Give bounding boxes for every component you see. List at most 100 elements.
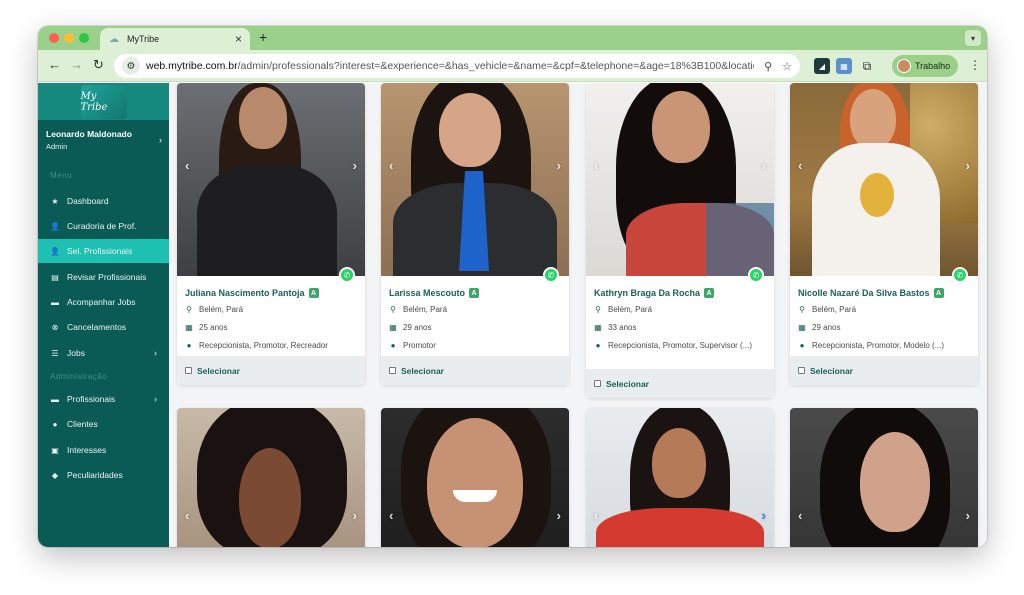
select-bar[interactable]: Selecionar bbox=[790, 356, 978, 385]
professional-name[interactable]: Nicolle Nazaré Da Silva Bastos bbox=[798, 288, 930, 298]
carousel-prev-icon[interactable]: ‹ bbox=[185, 158, 189, 173]
profile-photo[interactable]: ‹ › bbox=[381, 83, 569, 276]
location-text: Belém, Pará bbox=[812, 305, 857, 314]
reload-icon[interactable]: ↻ bbox=[93, 58, 104, 71]
sidebar-item-acompanhar-jobs[interactable]: ▬ Acompanhar Jobs bbox=[38, 290, 169, 314]
profile-photo[interactable]: ‹ › bbox=[586, 83, 774, 276]
carousel-prev-icon[interactable]: ‹ bbox=[185, 508, 189, 523]
select-label[interactable]: Selecionar bbox=[606, 379, 649, 389]
carousel-prev-icon[interactable]: ‹ bbox=[798, 158, 802, 173]
select-label[interactable]: Selecionar bbox=[810, 366, 853, 376]
select-bar[interactable]: Selecionar bbox=[586, 369, 774, 398]
profile-photo[interactable]: ‹ › bbox=[381, 408, 569, 547]
browser-toolbar: ← → ↻ ⚙ web.mytribe.com.br/admin/profess… bbox=[38, 50, 987, 82]
tab-mytribe[interactable]: ☁ MyTribe × bbox=[100, 28, 250, 50]
tab-search-chevron-icon[interactable]: ▾ bbox=[965, 30, 981, 46]
sidebar-item-profissionais[interactable]: ▬ Profissionais › bbox=[38, 387, 169, 411]
profile-photo[interactable]: ‹ › bbox=[790, 83, 978, 276]
logo-area[interactable]: My Tribe bbox=[38, 83, 169, 120]
user-role: Admin bbox=[46, 142, 68, 151]
site-info-icon[interactable]: ⚙ bbox=[122, 57, 140, 75]
select-checkbox[interactable] bbox=[389, 367, 396, 374]
location-pin-icon: ⚲ bbox=[390, 305, 396, 314]
select-label[interactable]: Selecionar bbox=[401, 366, 444, 376]
carousel-prev-icon[interactable]: ‹ bbox=[389, 508, 393, 523]
whatsapp-icon[interactable]: ✆ bbox=[748, 267, 764, 283]
select-label[interactable]: Selecionar bbox=[197, 366, 240, 376]
sidebar-item-dashboard[interactable]: ★ Dashboard bbox=[38, 189, 169, 213]
profile-photo[interactable]: ‹ › bbox=[177, 408, 365, 547]
zoom-icon[interactable]: ⚲ bbox=[764, 60, 772, 73]
bookmark-star-icon[interactable]: ☆ bbox=[782, 60, 792, 73]
profile-avatar bbox=[897, 59, 911, 73]
professional-card: ‹ › bbox=[586, 408, 774, 547]
sidebar-item-peculiaridades[interactable]: ◆ Peculiaridades bbox=[38, 463, 169, 487]
carousel-prev-icon[interactable]: ‹ bbox=[594, 508, 598, 523]
tab-strip: ☁ MyTribe × + ▾ bbox=[38, 26, 987, 50]
carousel-next-icon[interactable]: › bbox=[557, 508, 561, 523]
extension-2-icon[interactable]: ▦ bbox=[836, 58, 852, 74]
carousel-prev-icon[interactable]: ‹ bbox=[594, 158, 598, 173]
carousel-next-icon[interactable]: › bbox=[353, 158, 357, 173]
admin-heading: Administração bbox=[50, 372, 108, 381]
age-text: 33 anos bbox=[608, 323, 637, 332]
tab-close-icon[interactable]: × bbox=[235, 33, 242, 45]
extension-1-icon[interactable]: ◢ bbox=[814, 58, 830, 74]
address-bar[interactable]: ⚙ web.mytribe.com.br/admin/professionals… bbox=[114, 54, 800, 78]
professional-name[interactable]: Juliana Nascimento Pantoja bbox=[185, 288, 305, 298]
page: My Tribe Leonardo Maldonado Admin › Menu… bbox=[38, 83, 987, 547]
extensions-icon[interactable]: ⧉ bbox=[859, 58, 875, 74]
professionals-grid: ‹ › ✆ Juliana Nascimento Pantoja A ⚲ Belé… bbox=[169, 83, 987, 547]
sidebar-item-cancelamentos[interactable]: ⊗ Cancelamentos bbox=[38, 315, 169, 339]
select-bar[interactable]: Selecionar bbox=[381, 356, 569, 385]
close-window-button[interactable] bbox=[49, 33, 59, 43]
user-check-icon: 👤 bbox=[50, 221, 60, 231]
whatsapp-icon[interactable]: ✆ bbox=[952, 267, 968, 283]
sidebar-item-clientes[interactable]: ● Clientes bbox=[38, 412, 169, 436]
back-icon[interactable]: ← bbox=[48, 58, 61, 71]
select-checkbox[interactable] bbox=[594, 380, 601, 387]
sidebar-item-revisar[interactable]: ▤ Revisar Profissionais bbox=[38, 265, 169, 289]
carousel-next-icon[interactable]: › bbox=[353, 508, 357, 523]
sidebar-item-label: Acompanhar Jobs bbox=[67, 297, 136, 307]
professional-card: ‹ › ✆ Nicolle Nazaré Da Silva Bastos A ⚲… bbox=[790, 83, 978, 385]
profile-photo[interactable]: ‹ › bbox=[177, 83, 365, 276]
forward-icon[interactable]: → bbox=[70, 58, 83, 71]
carousel-next-icon[interactable]: › bbox=[762, 508, 766, 523]
sidebar-item-label: Cancelamentos bbox=[67, 322, 127, 332]
whatsapp-icon[interactable]: ✆ bbox=[543, 267, 559, 283]
select-checkbox[interactable] bbox=[798, 367, 805, 374]
professional-card: ‹ › ✆ Larissa Mescouto A ⚲ Belém, Pará ▦ 2… bbox=[381, 83, 569, 385]
carousel-prev-icon[interactable]: ‹ bbox=[798, 508, 802, 523]
browser-window: ☁ MyTribe × + ▾ ← → ↻ ⚙ web.mytribe.com.… bbox=[38, 26, 987, 547]
url-text[interactable]: web.mytribe.com.br/admin/professionals?i… bbox=[146, 60, 754, 72]
user-block[interactable]: Leonardo Maldonado Admin › bbox=[46, 129, 162, 151]
user-icon: ● bbox=[52, 419, 58, 429]
sidebar-item-interesses[interactable]: ▣ Interesses bbox=[38, 438, 169, 462]
sidebar-item-jobs[interactable]: ☰ Jobs › bbox=[38, 341, 169, 365]
carousel-prev-icon[interactable]: ‹ bbox=[389, 158, 393, 173]
profile-button[interactable]: Trabalho bbox=[892, 55, 958, 77]
sidebar-item-sel-profissionais[interactable]: 👤 Sel. Profissionais bbox=[38, 239, 169, 263]
select-bar[interactable]: Selecionar bbox=[177, 356, 365, 385]
new-tab-button[interactable]: + bbox=[259, 29, 267, 45]
maximize-window-button[interactable] bbox=[79, 33, 89, 43]
kebab-icon[interactable]: ⋮ bbox=[969, 58, 981, 72]
carousel-next-icon[interactable]: › bbox=[966, 158, 970, 173]
age-text: 29 anos bbox=[812, 323, 841, 332]
carousel-next-icon[interactable]: › bbox=[557, 158, 561, 173]
sidebar-item-curadoria[interactable]: 👤 Curadoria de Prof. bbox=[38, 214, 169, 238]
carousel-next-icon[interactable]: › bbox=[966, 508, 970, 523]
select-checkbox[interactable] bbox=[185, 367, 192, 374]
profile-photo[interactable]: ‹ › bbox=[586, 408, 774, 547]
profile-photo[interactable]: ‹ › bbox=[790, 408, 978, 547]
carousel-next-icon[interactable]: › bbox=[762, 158, 766, 173]
whatsapp-icon[interactable]: ✆ bbox=[339, 267, 355, 283]
roles-text: Promotor bbox=[403, 341, 436, 350]
rating-badge: A bbox=[308, 288, 319, 298]
location-pin-icon: ⚲ bbox=[799, 305, 805, 314]
professional-name[interactable]: Larissa Mescouto bbox=[389, 288, 465, 298]
minimize-window-button[interactable] bbox=[64, 33, 74, 43]
sidebar-item-label: Curadoria de Prof. bbox=[67, 221, 137, 231]
professional-name[interactable]: Kathryn Braga Da Rocha bbox=[594, 288, 700, 298]
